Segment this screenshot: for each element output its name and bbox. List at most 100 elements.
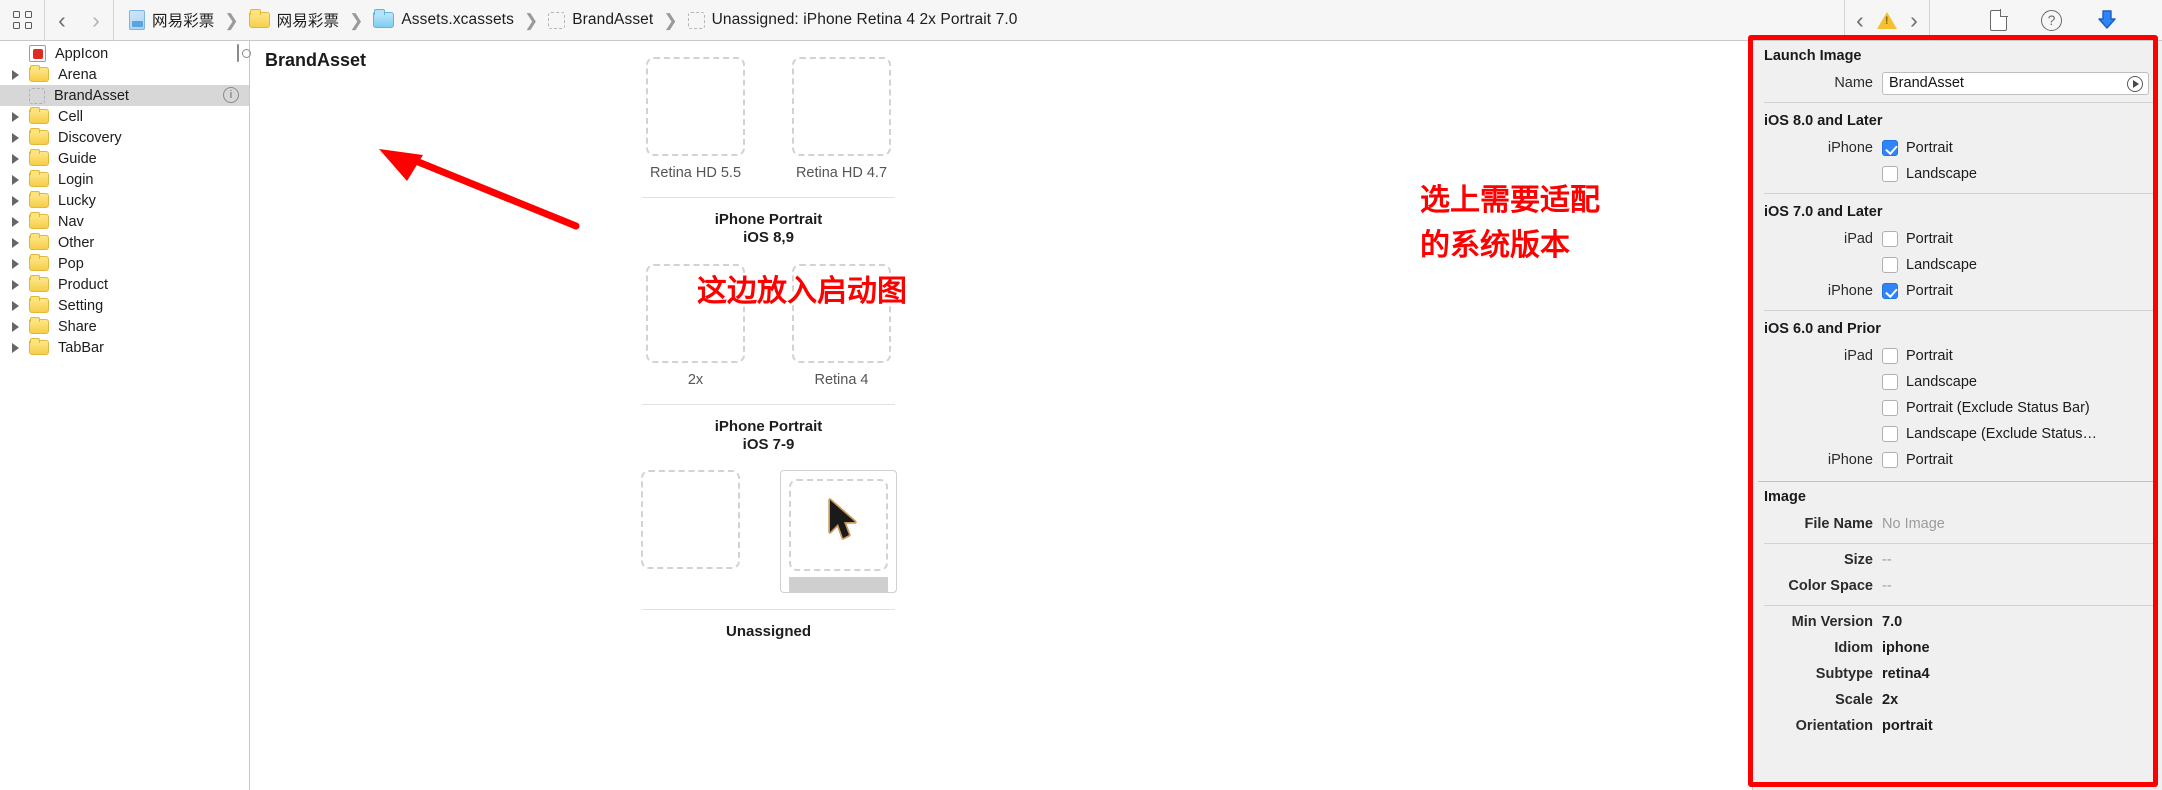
next-issue-button[interactable]: ›	[1901, 0, 1927, 41]
inspector-divider	[1764, 605, 2153, 606]
navigator-item-pop[interactable]: Pop	[0, 253, 249, 274]
breadcrumb-item-project[interactable]: 网易彩票	[126, 0, 217, 41]
checkbox-label[interactable]: Landscape (Exclude Status…	[1906, 426, 2097, 442]
disclosure-triangle-icon[interactable]	[8, 322, 22, 332]
disclosure-triangle-icon[interactable]	[8, 259, 22, 269]
file-name-label: File Name	[1804, 516, 1874, 532]
checkbox-ios6-1[interactable]	[1882, 374, 1898, 390]
navigator-item-product[interactable]: Product	[0, 274, 249, 295]
slot-groups: Retina HD 5.5 Retina HD 4.7 iPhone Portrai…	[640, 57, 897, 657]
navigator-item-nav[interactable]: Nav	[0, 211, 249, 232]
navigator-item-cell[interactable]: Cell	[0, 106, 249, 127]
inspector-divider	[1764, 543, 2153, 544]
info-badge-icon[interactable]: i	[223, 87, 239, 103]
disclosure-triangle-icon[interactable]	[8, 301, 22, 311]
slot-group-title: iPhone Portrait iOS 7-9	[642, 418, 895, 455]
breadcrumb-item-brandasset[interactable]: BrandAsset	[545, 0, 656, 41]
chevron-right-circle-icon[interactable]	[2127, 75, 2143, 92]
breadcrumb-item-unassigned[interactable]: Unassigned: iPhone Retina 4 2x Portrait …	[685, 0, 1021, 41]
disclosure-triangle-icon[interactable]	[8, 217, 22, 227]
slot-row: Retina HD 5.5 Retina HD 4.7	[642, 57, 895, 181]
download-icon[interactable]	[2096, 9, 2118, 31]
checkbox-label[interactable]: Portrait	[1906, 283, 1953, 299]
file-name-value: No Image	[1882, 516, 1945, 532]
navigator-item-label: Share	[58, 318, 97, 335]
navigator-item-setting[interactable]: Setting	[0, 295, 249, 316]
name-input[interactable]: BrandAsset	[1882, 71, 2149, 95]
checkbox-ios8-1[interactable]	[1882, 166, 1898, 182]
checkbox-label[interactable]: Landscape	[1906, 374, 1977, 390]
asset-slot[interactable]: Retina HD 4.7	[789, 57, 895, 181]
navigator-item-other[interactable]: Other	[0, 232, 249, 253]
checkbox-ios6-4[interactable]	[1882, 452, 1898, 468]
breadcrumb-item-xcassets[interactable]: Assets.xcassets	[370, 0, 517, 41]
disclosure-triangle-icon[interactable]	[8, 70, 22, 80]
navigator-item-discovery[interactable]: Discovery	[0, 127, 249, 148]
checkbox-ios7-1[interactable]	[1882, 257, 1898, 273]
asset-drop-well[interactable]	[792, 57, 891, 156]
folder-icon	[248, 9, 270, 28]
disclosure-triangle-icon[interactable]	[8, 238, 22, 248]
asset-drop-well[interactable]	[640, 470, 740, 570]
checkbox-label[interactable]: Portrait	[1906, 140, 1953, 156]
info-badge-icon-glyph: i	[223, 87, 239, 103]
scale-label: Scale	[1835, 692, 1873, 708]
checkbox-label[interactable]: Portrait (Exclude Status Bar)	[1906, 400, 2090, 416]
idiom-value: iphone	[1882, 640, 1930, 656]
asset-drop-well[interactable]	[646, 57, 745, 156]
breadcrumb-label: Unassigned: iPhone Retina 4 2x Portrait …	[711, 11, 1018, 28]
checkbox-label[interactable]: Portrait	[1906, 348, 1953, 364]
navigator-item-login[interactable]: Login	[0, 169, 249, 190]
inspector-checkbox-row: iPhone Portrait	[1758, 278, 2153, 304]
project-document-icon	[129, 10, 145, 30]
navigator-item-tabbar[interactable]: TabBar	[0, 337, 249, 358]
disclosure-triangle-icon[interactable]	[8, 133, 22, 143]
page-icon[interactable]	[1990, 8, 2008, 31]
disclosure-triangle-icon[interactable]	[8, 112, 22, 122]
ios7-section-title: iOS 7.0 and Later	[1764, 204, 1883, 220]
checkbox-ios6-3[interactable]	[1882, 426, 1898, 442]
asset-slot[interactable]: Retina HD 5.5	[643, 57, 749, 181]
navigator-item-guide[interactable]: Guide	[0, 148, 249, 169]
disclosure-triangle-icon[interactable]	[8, 154, 22, 164]
checkbox-label[interactable]: Portrait	[1906, 452, 1953, 468]
navigator-item-label: Cell	[58, 108, 83, 125]
subtype-label: Subtype	[1815, 666, 1873, 682]
previous-issue-button[interactable]: ‹	[1847, 0, 1873, 41]
checkbox-ios7-2[interactable]	[1882, 283, 1898, 299]
checkbox-label[interactable]: Portrait	[1906, 231, 1953, 247]
checkbox-ios8-0[interactable]	[1882, 140, 1898, 156]
breadcrumb-item-group[interactable]: 网易彩票	[246, 0, 342, 41]
checkbox-ios7-0[interactable]	[1882, 231, 1898, 247]
help-icon[interactable]: ?	[2041, 9, 2062, 31]
navigator-item-brandasset[interactable]: BrandAsset i	[0, 85, 249, 106]
navigator-item-share[interactable]: Share	[0, 316, 249, 337]
disclosure-triangle-icon[interactable]	[8, 175, 22, 185]
grid-view-button[interactable]	[0, 0, 44, 41]
asset-navigator[interactable]: AppIcon Arena BrandAsset i Cell Discovery Guid…	[0, 41, 250, 790]
device-label: iPad	[1843, 231, 1873, 247]
asset-slot[interactable]	[779, 470, 897, 594]
checkbox-label[interactable]: Landscape	[1906, 257, 1977, 273]
navigator-item-lucky[interactable]: Lucky	[0, 190, 249, 211]
navigator-item-label: Arena	[58, 66, 97, 83]
slot-group-title-line2: iOS 8,9	[743, 229, 794, 247]
checkbox-ios6-0[interactable]	[1882, 348, 1898, 364]
subtype-value: retina4	[1882, 666, 1930, 682]
grid-badge-icon-glyph	[237, 44, 239, 62]
forward-button[interactable]: ›	[79, 0, 113, 41]
asset-slot[interactable]	[640, 470, 740, 593]
grid-badge-icon[interactable]	[237, 44, 239, 62]
navigator-item-arena[interactable]: Arena	[0, 64, 249, 85]
disclosure-triangle-icon[interactable]	[8, 343, 22, 353]
back-button[interactable]: ‹	[45, 0, 79, 41]
name-label: Name	[1834, 75, 1873, 91]
asset-slot-icon	[687, 11, 705, 29]
checkbox-ios6-2[interactable]	[1882, 400, 1898, 416]
checkbox-label[interactable]: Landscape	[1906, 166, 1977, 182]
disclosure-triangle-icon[interactable]	[8, 280, 22, 290]
navigator-item-label: Pop	[58, 255, 84, 272]
disclosure-triangle-icon[interactable]	[8, 196, 22, 206]
warning-triangle-icon[interactable]	[1877, 11, 1897, 29]
navigator-item-appicon[interactable]: AppIcon	[0, 43, 249, 64]
